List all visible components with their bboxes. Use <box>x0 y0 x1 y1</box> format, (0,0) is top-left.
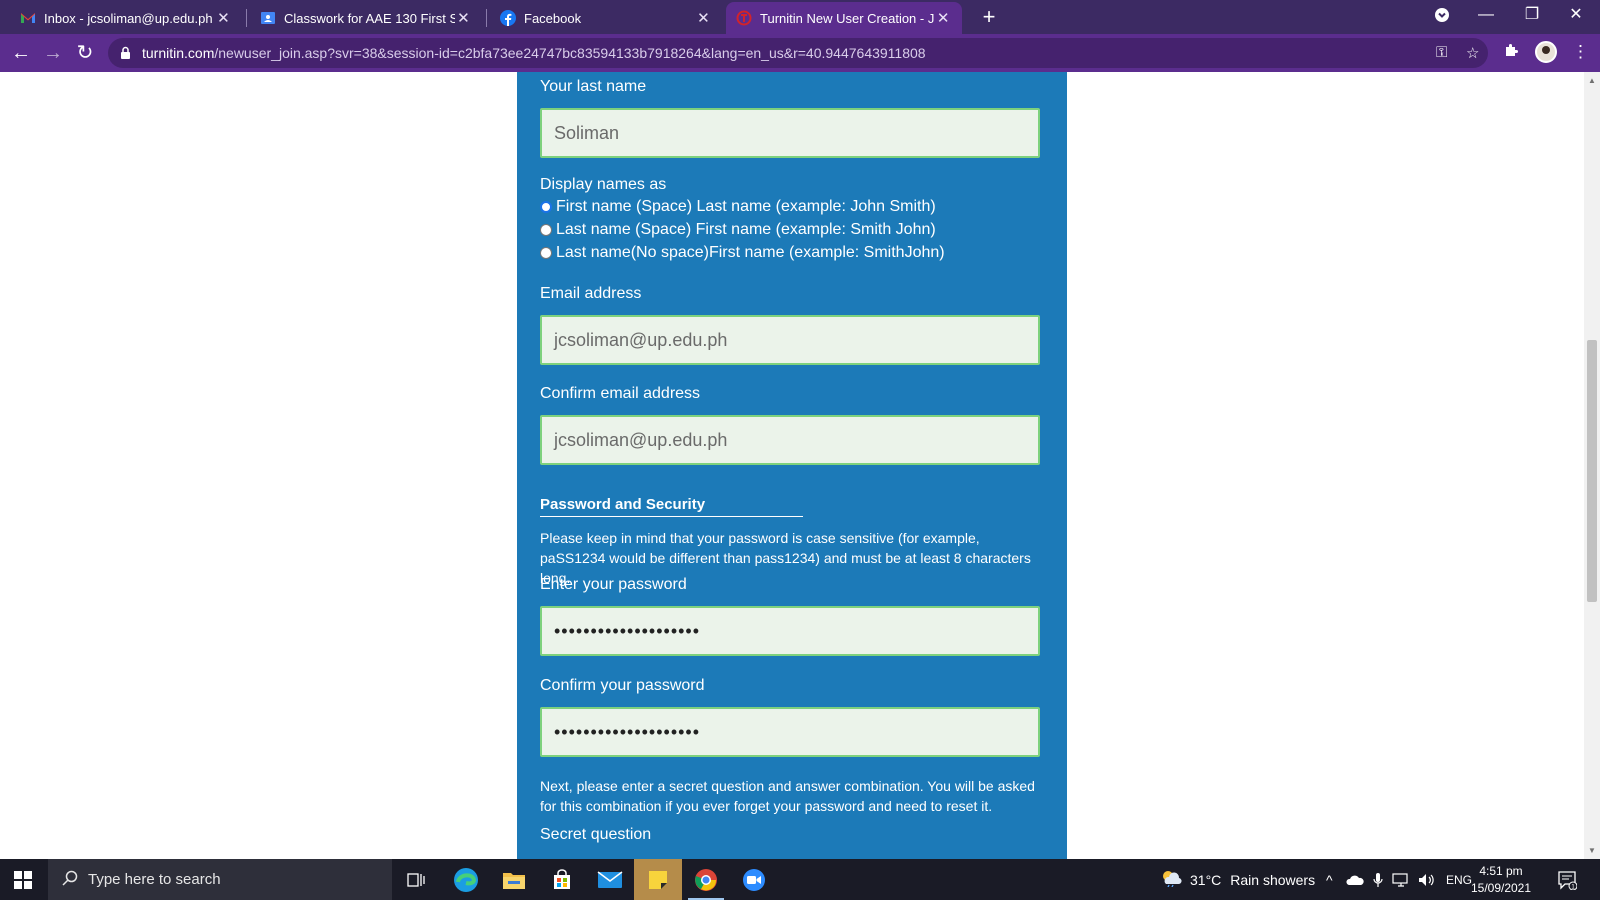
gmail-icon <box>20 10 36 26</box>
display-option-label: Last name (Space) First name (example: S… <box>556 221 936 238</box>
display-option-last-first-nospace[interactable]: Last name(No space)First name (example: … <box>540 244 945 262</box>
url-text: turnitin.com/newuser_join.asp?svr=38&ses… <box>142 45 926 61</box>
network-icon[interactable] <box>1392 859 1410 900</box>
zoom-icon[interactable] <box>730 859 778 900</box>
reload-icon[interactable]: ↻ <box>72 40 98 66</box>
notifications-icon[interactable]: 1 <box>1557 870 1578 895</box>
show-hidden-icons-icon[interactable]: ^ <box>1326 859 1333 900</box>
task-view-icon[interactable] <box>392 859 440 900</box>
onedrive-icon[interactable] <box>1346 859 1364 900</box>
chrome-icon[interactable] <box>682 859 730 900</box>
signup-form-panel: Your last name Soliman Display names as … <box>517 72 1067 859</box>
last-name-label: Your last name <box>540 78 647 95</box>
microphone-icon[interactable] <box>1373 859 1383 900</box>
tab-separator <box>486 9 487 27</box>
last-name-field[interactable]: Soliman <box>540 108 1040 158</box>
turnitin-icon <box>736 10 752 26</box>
tab-separator <box>246 9 247 27</box>
display-option-label: First name (Space) Last name (example: J… <box>556 198 936 215</box>
avatar[interactable] <box>1535 41 1557 63</box>
close-icon[interactable]: ✕ <box>695 9 712 27</box>
address-bar[interactable]: turnitin.com/newuser_join.asp?svr=38&ses… <box>108 38 1488 68</box>
confirm-email-label: Confirm email address <box>540 385 701 402</box>
email-label: Email address <box>540 285 642 302</box>
volume-icon[interactable] <box>1418 859 1436 900</box>
forward-icon[interactable]: → <box>40 40 66 66</box>
browser-toolbar: ← → ↻ turnitin.com/newuser_join.asp?svr=… <box>0 34 1600 72</box>
url-domain: turnitin.com <box>142 45 215 61</box>
tab-gmail[interactable]: Inbox - jcsoliman@up.edu.ph - U ✕ <box>10 2 242 34</box>
sticky-notes-icon[interactable] <box>634 859 682 900</box>
weather-desc: Rain showers <box>1230 871 1316 888</box>
password-security-heading: Password and Security <box>540 496 803 517</box>
password-field[interactable]: •••••••••••••••••••• <box>540 606 1040 656</box>
taskbar-search-box[interactable]: Type here to search <box>48 859 392 900</box>
password-label: Enter your password <box>540 576 687 593</box>
tab-search-icon[interactable] <box>1422 2 1462 28</box>
scroll-up-icon[interactable]: ▲ <box>1588 76 1596 85</box>
windows-taskbar: Type here to search 31°C Rain showers ^ <box>0 859 1600 900</box>
confirm-password-field[interactable]: •••••••••••••••••••• <box>540 707 1040 757</box>
new-tab-button[interactable]: + <box>976 4 1002 30</box>
facebook-icon <box>500 10 516 26</box>
taskbar-clock[interactable]: 4:51 pm 15/09/2021 <box>1466 863 1536 897</box>
close-icon[interactable]: ✕ <box>455 9 472 27</box>
secret-question-label: Secret question <box>540 826 652 843</box>
weather-rain-icon <box>1160 869 1182 890</box>
tab-facebook[interactable]: Facebook ✕ <box>490 2 722 34</box>
page-scrollbar[interactable]: ▲ ▼ <box>1584 72 1600 859</box>
url-path: /newuser_join.asp?svr=38&session-id=c2bf… <box>214 45 926 61</box>
mail-icon[interactable] <box>586 859 634 900</box>
tab-turnitin[interactable]: Turnitin New User Creation - Join ✕ <box>726 2 962 34</box>
close-window-icon[interactable]: ✕ <box>1556 2 1596 28</box>
tab-title: Facebook <box>524 10 582 26</box>
close-icon[interactable]: ✕ <box>215 9 232 27</box>
scroll-down-icon[interactable]: ▼ <box>1588 846 1596 855</box>
search-icon <box>62 870 78 890</box>
tab-title: Inbox - jcsoliman@up.edu.ph - U <box>44 10 215 26</box>
weather-temp: 31°C <box>1190 871 1222 888</box>
edge-icon[interactable] <box>442 859 490 900</box>
radio-selected[interactable] <box>540 201 552 213</box>
confirm-email-field[interactable]: jcsoliman@up.edu.ph <box>540 415 1040 465</box>
minimize-icon[interactable]: — <box>1466 2 1506 28</box>
secret-question-note: Next, please enter a secret question and… <box>540 778 1035 814</box>
radio-unselected[interactable] <box>540 247 552 259</box>
back-icon[interactable]: ← <box>8 40 34 66</box>
file-explorer-icon[interactable] <box>490 859 538 900</box>
browser-tab-bar: Inbox - jcsoliman@up.edu.ph - U ✕ Classw… <box>0 0 1600 34</box>
star-icon[interactable]: ☆ <box>1466 44 1479 62</box>
windows-start-icon[interactable] <box>14 871 32 894</box>
classroom-icon <box>260 10 276 26</box>
page-content: Your last name Soliman Display names as … <box>0 72 1584 859</box>
clock-date: 15/09/2021 <box>1470 881 1532 895</box>
display-names-label: Display names as <box>540 176 667 193</box>
tab-classroom[interactable]: Classwork for AAE 130 First Seme ✕ <box>250 2 482 34</box>
clock-time: 4:51 pm <box>1479 864 1523 878</box>
display-option-first-last[interactable]: First name (Space) Last name (example: J… <box>540 198 936 216</box>
display-option-last-first[interactable]: Last name (Space) First name (example: S… <box>540 221 936 239</box>
tab-title: Classwork for AAE 130 First Seme <box>284 10 455 26</box>
confirm-password-label: Confirm your password <box>540 677 705 694</box>
search-placeholder: Type here to search <box>88 871 221 888</box>
display-option-label: Last name(No space)First name (example: … <box>556 244 945 261</box>
close-icon[interactable]: ✕ <box>934 9 952 27</box>
extensions-icon[interactable] <box>1503 42 1519 63</box>
email-field[interactable]: jcsoliman@up.edu.ph <box>540 315 1040 365</box>
tab-title: Turnitin New User Creation - Join <box>760 10 935 26</box>
lock-icon <box>120 46 131 65</box>
menu-icon[interactable]: ⋮ <box>1572 42 1589 62</box>
store-icon[interactable] <box>538 859 586 900</box>
weather-widget[interactable]: 31°C Rain showers <box>1160 859 1315 900</box>
scroll-thumb[interactable] <box>1587 340 1597 602</box>
radio-unselected[interactable] <box>540 224 552 236</box>
key-icon[interactable]: ⚿ <box>1436 44 1447 61</box>
restore-icon[interactable]: ❐ <box>1512 2 1552 28</box>
